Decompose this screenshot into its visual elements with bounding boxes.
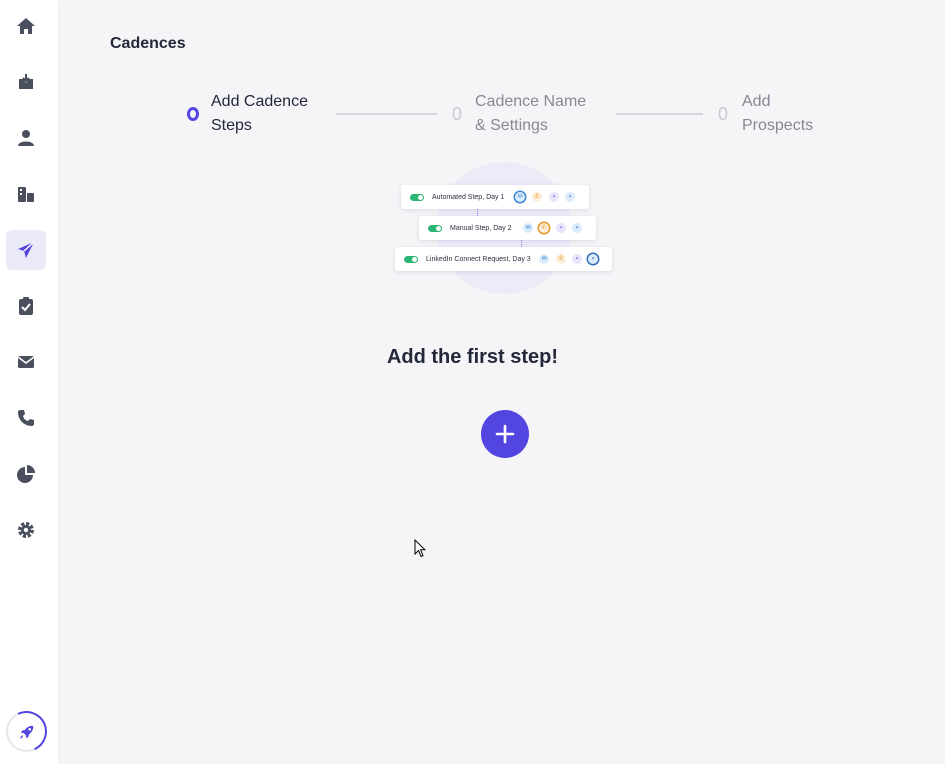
step-connector bbox=[336, 113, 437, 115]
card-label: Manual Step, Day 2 bbox=[450, 224, 512, 232]
step-2-number: 0 bbox=[452, 104, 463, 124]
user-icon bbox=[18, 130, 34, 146]
home-icon bbox=[17, 18, 35, 34]
chat-icon: ▪ bbox=[556, 223, 566, 233]
step-2-label[interactable]: Cadence Name & Settings bbox=[475, 90, 586, 138]
card-label: LinkedIn Connect Request, Day 3 bbox=[426, 255, 531, 263]
nav-tasks[interactable] bbox=[6, 286, 46, 326]
add-step-button[interactable] bbox=[481, 410, 529, 458]
inbox-icon bbox=[19, 74, 33, 89]
accounts-icon bbox=[18, 187, 34, 202]
toggle-icon bbox=[428, 224, 442, 232]
step-active-indicator bbox=[187, 107, 199, 121]
linkedin-icon: ▪ bbox=[572, 223, 582, 233]
illustration-card: Automated Step, Day 1 ✉ ✆ ▪ ▪ bbox=[401, 185, 589, 209]
card-label: Automated Step, Day 1 bbox=[432, 193, 505, 201]
step-connector bbox=[616, 113, 703, 115]
nav-prospects[interactable] bbox=[6, 118, 46, 158]
illustration-card: Manual Step, Day 2 ✉ ✆ ▪ ▪ bbox=[419, 216, 596, 240]
email-icon: ✉ bbox=[523, 223, 533, 233]
chat-icon: ▪ bbox=[549, 192, 559, 202]
empty-state-heading: Add the first step! bbox=[386, 346, 559, 368]
page-title: Cadences bbox=[110, 35, 186, 52]
nav-calls[interactable] bbox=[6, 398, 46, 438]
call-icon: ✆ bbox=[539, 223, 549, 233]
send-icon bbox=[18, 241, 35, 258]
email-icon: ✉ bbox=[515, 192, 525, 202]
rocket-icon bbox=[19, 725, 33, 739]
step-1-label[interactable]: Add Cadence Steps bbox=[211, 90, 308, 138]
sidebar bbox=[0, 0, 58, 764]
call-icon: ✆ bbox=[532, 192, 542, 202]
plus-icon bbox=[495, 424, 515, 444]
nav-inbox[interactable] bbox=[6, 62, 46, 102]
gear-icon bbox=[18, 522, 34, 538]
nav-settings[interactable] bbox=[6, 510, 46, 550]
step-3-label[interactable]: Add Prospects bbox=[742, 90, 813, 138]
email-icon: ✉ bbox=[539, 254, 549, 264]
nav-reports[interactable] bbox=[6, 454, 46, 494]
linkedin-icon: ▪ bbox=[588, 254, 598, 264]
connector-dots bbox=[477, 208, 478, 216]
clipboard-check-icon bbox=[19, 297, 33, 315]
linkedin-icon: ▪ bbox=[565, 192, 575, 202]
pie-chart-icon bbox=[17, 465, 35, 483]
connector-dots bbox=[521, 239, 522, 247]
phone-icon bbox=[18, 410, 34, 426]
nav-accounts[interactable] bbox=[6, 174, 46, 214]
step-3-number: 0 bbox=[718, 104, 729, 124]
onboarding-progress-button[interactable] bbox=[6, 711, 47, 752]
toggle-icon bbox=[404, 255, 418, 263]
nav-home[interactable] bbox=[6, 6, 46, 46]
toggle-icon bbox=[410, 193, 424, 201]
illustration-card: LinkedIn Connect Request, Day 3 ✉ ✆ ▪ ▪ bbox=[395, 247, 612, 271]
nav-cadences[interactable] bbox=[6, 230, 46, 270]
call-icon: ✆ bbox=[556, 254, 566, 264]
mouse-cursor-icon bbox=[414, 539, 426, 558]
chat-icon: ▪ bbox=[572, 254, 582, 264]
